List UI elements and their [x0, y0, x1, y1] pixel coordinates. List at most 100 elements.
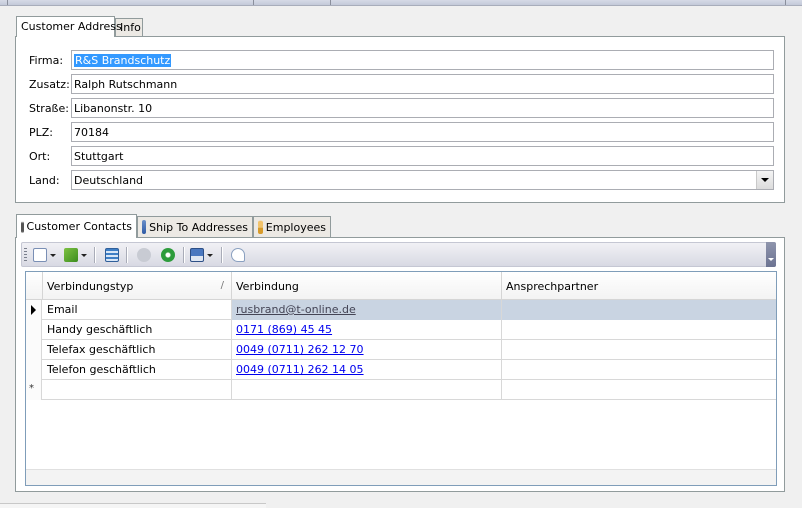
- strip-divider: [253, 0, 254, 5]
- new-row-icon: *: [29, 383, 34, 394]
- toolbar-overflow-button[interactable]: [766, 242, 776, 267]
- firma-field[interactable]: R&S Brandschutz: [71, 50, 774, 70]
- table-row[interactable]: Handy geschäftlich 0171 (869) 45 45: [26, 320, 776, 340]
- strasse-value: Libanonstr. 10: [74, 102, 153, 115]
- cell-ansprechpartner[interactable]: [502, 300, 776, 320]
- tab-label: Ship To Addresses: [149, 221, 248, 234]
- column-header-label: Ansprechpartner: [506, 280, 599, 293]
- row-selector[interactable]: [26, 360, 42, 380]
- cell-ansprechpartner[interactable]: [502, 360, 776, 380]
- table-row[interactable]: Email rusbrand@t-online.de: [26, 300, 776, 320]
- person-icon: [258, 220, 263, 234]
- plz-label: PLZ:: [29, 126, 54, 139]
- sort-icon: /: [220, 280, 224, 291]
- save-button[interactable]: [190, 246, 213, 264]
- cell-verbindungstyp[interactable]: [43, 380, 232, 400]
- preview-button[interactable]: [231, 246, 245, 264]
- column-header-label: Verbindung: [236, 280, 299, 293]
- column-header-verbindungstyp[interactable]: Verbindungstyp /: [43, 272, 232, 300]
- column-header-verbindung[interactable]: Verbindung: [232, 272, 502, 300]
- contacts-grid[interactable]: Verbindungstyp / Verbindung Ansprechpart…: [25, 271, 777, 486]
- cell-verbindungstyp[interactable]: Telefax geschäftlich: [43, 340, 232, 360]
- zusatz-row: Zusatz: Ralph Rutschmann: [16, 74, 784, 94]
- cell-verbindung[interactable]: 0171 (869) 45 45: [232, 320, 502, 340]
- cell-ansprechpartner[interactable]: [502, 320, 776, 340]
- download-icon: [161, 248, 175, 262]
- connection-link[interactable]: 0049 (0711) 262 14 05: [236, 363, 364, 376]
- cell-verbindung[interactable]: 0049 (0711) 262 14 05: [232, 360, 502, 380]
- ort-label: Ort:: [29, 150, 51, 163]
- new-icon: [33, 248, 47, 262]
- customer-contacts-panel: Verbindungstyp / Verbindung Ansprechpart…: [15, 237, 785, 492]
- grid-footer: [26, 469, 776, 485]
- connection-link[interactable]: 0171 (869) 45 45: [236, 323, 332, 336]
- firma-row: Firma: R&S Brandschutz: [16, 50, 784, 70]
- plz-field[interactable]: 70184: [71, 122, 774, 142]
- grid-icon: [105, 248, 119, 262]
- ort-field[interactable]: Stuttgart: [71, 146, 774, 166]
- telephone-icon: [21, 219, 24, 233]
- truck-icon: [142, 220, 147, 234]
- tab-customer-contacts[interactable]: Customer Contacts: [16, 214, 137, 238]
- strasse-row: Straße: Libanonstr. 10: [16, 98, 784, 118]
- cell-verbindungstyp[interactable]: Handy geschäftlich: [43, 320, 232, 340]
- connection-link[interactable]: rusbrand@t-online.de: [236, 303, 356, 316]
- cell-ansprechpartner[interactable]: [502, 340, 776, 360]
- save-icon: [190, 248, 204, 262]
- land-row: Land: Deutschland: [16, 170, 784, 190]
- toolbar-separator: [221, 247, 222, 263]
- toolbar-grip[interactable]: [24, 248, 27, 262]
- tab-employees[interactable]: Employees: [253, 216, 331, 237]
- row-selector[interactable]: *: [26, 380, 42, 400]
- toolbar-separator: [126, 247, 127, 263]
- land-value: Deutschland: [74, 174, 144, 187]
- tab-customer-address[interactable]: Customer Address: [16, 16, 122, 37]
- column-header-label: Verbindungstyp: [47, 280, 134, 293]
- zusatz-field[interactable]: Ralph Rutschmann: [71, 74, 774, 94]
- row-selector[interactable]: [26, 340, 42, 360]
- cell-ansprechpartner[interactable]: [502, 380, 776, 400]
- preview-icon: [231, 248, 245, 262]
- table-row[interactable]: Telefax geschäftlich 0049 (0711) 262 12 …: [26, 340, 776, 360]
- zusatz-value: Ralph Rutschmann: [74, 78, 178, 91]
- row-selector[interactable]: [26, 320, 42, 340]
- ort-value: Stuttgart: [74, 150, 124, 163]
- plz-row: PLZ: 70184: [16, 122, 784, 142]
- toolbar-separator: [183, 247, 184, 263]
- column-header-ansprechpartner[interactable]: Ansprechpartner: [502, 272, 776, 300]
- tab-label: Customer Address: [21, 20, 122, 33]
- chevron-down-icon[interactable]: [756, 171, 773, 189]
- plz-value: 70184: [74, 126, 109, 139]
- strasse-field[interactable]: Libanonstr. 10: [71, 98, 774, 118]
- cell-verbindung[interactable]: 0049 (0711) 262 12 70: [232, 340, 502, 360]
- record-button[interactable]: [137, 246, 151, 264]
- firma-value: R&S Brandschutz: [74, 54, 172, 67]
- table-row[interactable]: Telefon geschäftlich 0049 (0711) 262 14 …: [26, 360, 776, 380]
- customer-address-panel: Firma: R&S Brandschutz Zusatz: Ralph Rut…: [15, 36, 785, 203]
- cell-verbindungstyp[interactable]: Email: [43, 300, 232, 320]
- cell-verbindung[interactable]: rusbrand@t-online.de: [232, 300, 502, 320]
- grid-button[interactable]: [105, 246, 119, 264]
- record-icon: [137, 248, 151, 262]
- land-label: Land:: [29, 174, 60, 187]
- row-selector[interactable]: [26, 300, 42, 320]
- strip-divider: [785, 0, 786, 5]
- cell-verbindung[interactable]: [232, 380, 502, 400]
- cell-verbindungstyp[interactable]: Telefon geschäftlich: [43, 360, 232, 380]
- dropdown-arrow-icon[interactable]: [207, 253, 213, 257]
- add-icon: [64, 248, 78, 262]
- connection-link[interactable]: 0049 (0711) 262 12 70: [236, 343, 364, 356]
- grid-header: Verbindungstyp / Verbindung Ansprechpart…: [26, 272, 776, 300]
- add-button[interactable]: [64, 246, 87, 264]
- new-row[interactable]: *: [26, 380, 776, 400]
- contacts-toolbar: [21, 242, 776, 267]
- dropdown-arrow-icon[interactable]: [50, 253, 56, 257]
- tab-ship-to-addresses[interactable]: Ship To Addresses: [137, 216, 253, 237]
- zusatz-label: Zusatz:: [29, 78, 70, 91]
- land-select[interactable]: Deutschland: [71, 170, 774, 190]
- dropdown-arrow-icon[interactable]: [81, 253, 87, 257]
- firma-label: Firma:: [29, 54, 64, 67]
- toolbar-separator: [94, 247, 95, 263]
- download-button[interactable]: [161, 246, 175, 264]
- new-button[interactable]: [33, 246, 56, 264]
